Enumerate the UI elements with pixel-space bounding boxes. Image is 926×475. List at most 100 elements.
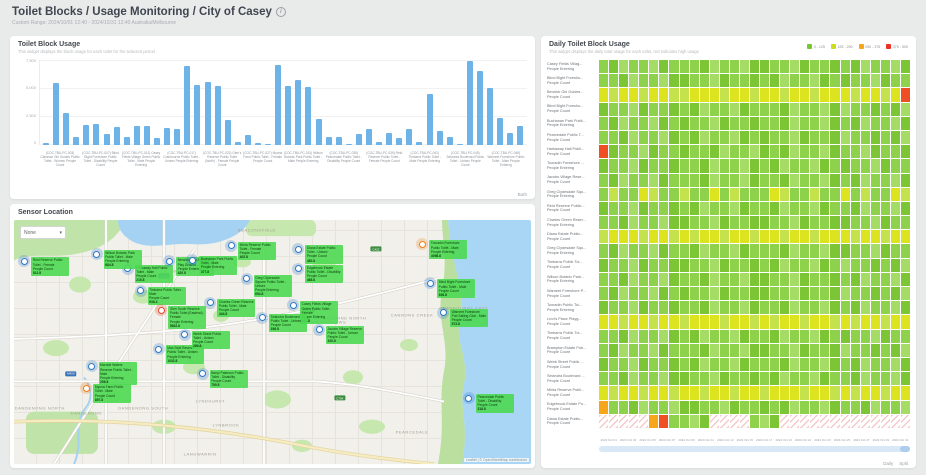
heatmap-cell[interactable] (669, 315, 678, 328)
heatmap-cell[interactable] (669, 259, 678, 272)
heatmap-cell[interactable] (629, 117, 638, 130)
heatmap-cell[interactable] (639, 344, 648, 357)
heatmap-cell[interactable] (649, 386, 658, 399)
bar[interactable] (215, 86, 221, 145)
heatmap-cell[interactable] (669, 273, 678, 286)
heatmap-cell[interactable] (720, 88, 729, 101)
heatmap-cell[interactable] (750, 330, 759, 343)
heatmap-cell[interactable] (871, 415, 880, 428)
heatmap-cell[interactable] (830, 159, 839, 172)
map-attribution[interactable]: Leaflet | © OpenStreetMap contributors (464, 458, 529, 462)
heatmap-cell[interactable] (790, 287, 799, 300)
heatmap-cell[interactable] (891, 273, 900, 286)
heatmap-cell[interactable] (830, 244, 839, 257)
heatmap-cell[interactable] (680, 315, 689, 328)
heatmap-cell[interactable] (770, 244, 779, 257)
heatmap-cell[interactable] (629, 301, 638, 314)
heatmap-cell[interactable] (851, 145, 860, 158)
heatmap-cell[interactable] (639, 259, 648, 272)
heatmap-cell[interactable] (599, 273, 608, 286)
heatmap-cell[interactable] (609, 60, 618, 73)
heatmap-cell[interactable] (760, 415, 769, 428)
heatmap-cell[interactable] (750, 88, 759, 101)
heatmap-cell[interactable] (780, 216, 789, 229)
heatmap-cell[interactable] (740, 174, 749, 187)
heatmap-cell[interactable] (680, 386, 689, 399)
heatmap-cell[interactable] (780, 287, 789, 300)
heatmap-cell[interactable] (760, 159, 769, 172)
heatmap-cell[interactable] (851, 415, 860, 428)
heatmap-cell[interactable] (841, 287, 850, 300)
heatmap-cell[interactable] (730, 88, 739, 101)
heatmap-cell[interactable] (619, 415, 628, 428)
heatmap-cell[interactable] (740, 287, 749, 300)
heatmap-cell[interactable] (780, 259, 789, 272)
heatmap-cell[interactable] (780, 88, 789, 101)
heatmap-cell[interactable] (760, 202, 769, 215)
heatmap-cell[interactable] (881, 216, 890, 229)
heatmap-cell[interactable] (720, 159, 729, 172)
heatmap-cell[interactable] (881, 117, 890, 130)
heatmap-cell[interactable] (891, 131, 900, 144)
bar-footer-link[interactable]: Both (518, 192, 527, 197)
heatmap-cell[interactable] (770, 74, 779, 87)
heatmap-cell[interactable] (841, 315, 850, 328)
heatmap-cell[interactable] (820, 103, 829, 116)
heatmap-cell[interactable] (649, 244, 658, 257)
heatmap-cell[interactable] (740, 401, 749, 414)
heatmap-cell[interactable] (820, 259, 829, 272)
heatmap-cell[interactable] (770, 117, 779, 130)
heatmap-cell[interactable] (841, 74, 850, 87)
heatmap-cell[interactable] (710, 287, 719, 300)
heatmap-cell[interactable] (760, 301, 769, 314)
heatmap-cell[interactable] (891, 230, 900, 243)
heatmap-cell[interactable] (871, 188, 880, 201)
heatmap-cell[interactable] (700, 117, 709, 130)
heatmap-cell[interactable] (861, 358, 870, 371)
heatmap-cell[interactable] (841, 117, 850, 130)
heatmap-cell[interactable] (810, 74, 819, 87)
heatmap-cell[interactable] (680, 174, 689, 187)
heatmap-cell[interactable] (861, 230, 870, 243)
heatmap-cell[interactable] (659, 216, 668, 229)
heatmap-cell[interactable] (680, 330, 689, 343)
heatmap-cell[interactable] (891, 259, 900, 272)
heatmap-cell[interactable] (710, 401, 719, 414)
heatmap-cell[interactable] (830, 344, 839, 357)
heatmap-cell[interactable] (800, 88, 809, 101)
heatmap-cell[interactable] (740, 230, 749, 243)
heatmap-cell[interactable] (810, 145, 819, 158)
heatmap-cell[interactable] (830, 372, 839, 385)
heatmap-cell[interactable] (830, 131, 839, 144)
heatmap-cell[interactable] (901, 103, 910, 116)
heatmap-cell[interactable] (720, 74, 729, 87)
heatmap-cell[interactable] (680, 287, 689, 300)
heatmap-cell[interactable] (871, 230, 880, 243)
heatmap-cell[interactable] (730, 386, 739, 399)
bar[interactable] (255, 143, 261, 145)
heatmap-cell[interactable] (710, 372, 719, 385)
heatmap-cell[interactable] (820, 145, 829, 158)
heatmap-cell[interactable] (770, 230, 779, 243)
heatmap-cell[interactable] (861, 202, 870, 215)
heatmap-cell[interactable] (649, 188, 658, 201)
heatmap-cell[interactable] (750, 244, 759, 257)
heatmap-cell[interactable] (649, 159, 658, 172)
heatmap-cell[interactable] (750, 386, 759, 399)
heatmap-cell[interactable] (861, 273, 870, 286)
heatmap-cell[interactable] (690, 117, 699, 130)
heatmap-cell[interactable] (891, 202, 900, 215)
heatmap-cell[interactable] (841, 60, 850, 73)
heatmap-cell[interactable] (730, 259, 739, 272)
heatmap-cell[interactable] (639, 74, 648, 87)
scrollbar-thumb[interactable] (900, 446, 910, 452)
heatmap-cell[interactable] (609, 244, 618, 257)
heatmap-cell[interactable] (891, 415, 900, 428)
heatmap-cell[interactable] (619, 216, 628, 229)
heatmap-cell[interactable] (861, 287, 870, 300)
heatmap-cell[interactable] (720, 216, 729, 229)
heatmap-cell[interactable] (871, 301, 880, 314)
heatmap-cell[interactable] (891, 74, 900, 87)
heatmap-cell[interactable] (690, 174, 699, 187)
heatmap-cell[interactable] (659, 145, 668, 158)
